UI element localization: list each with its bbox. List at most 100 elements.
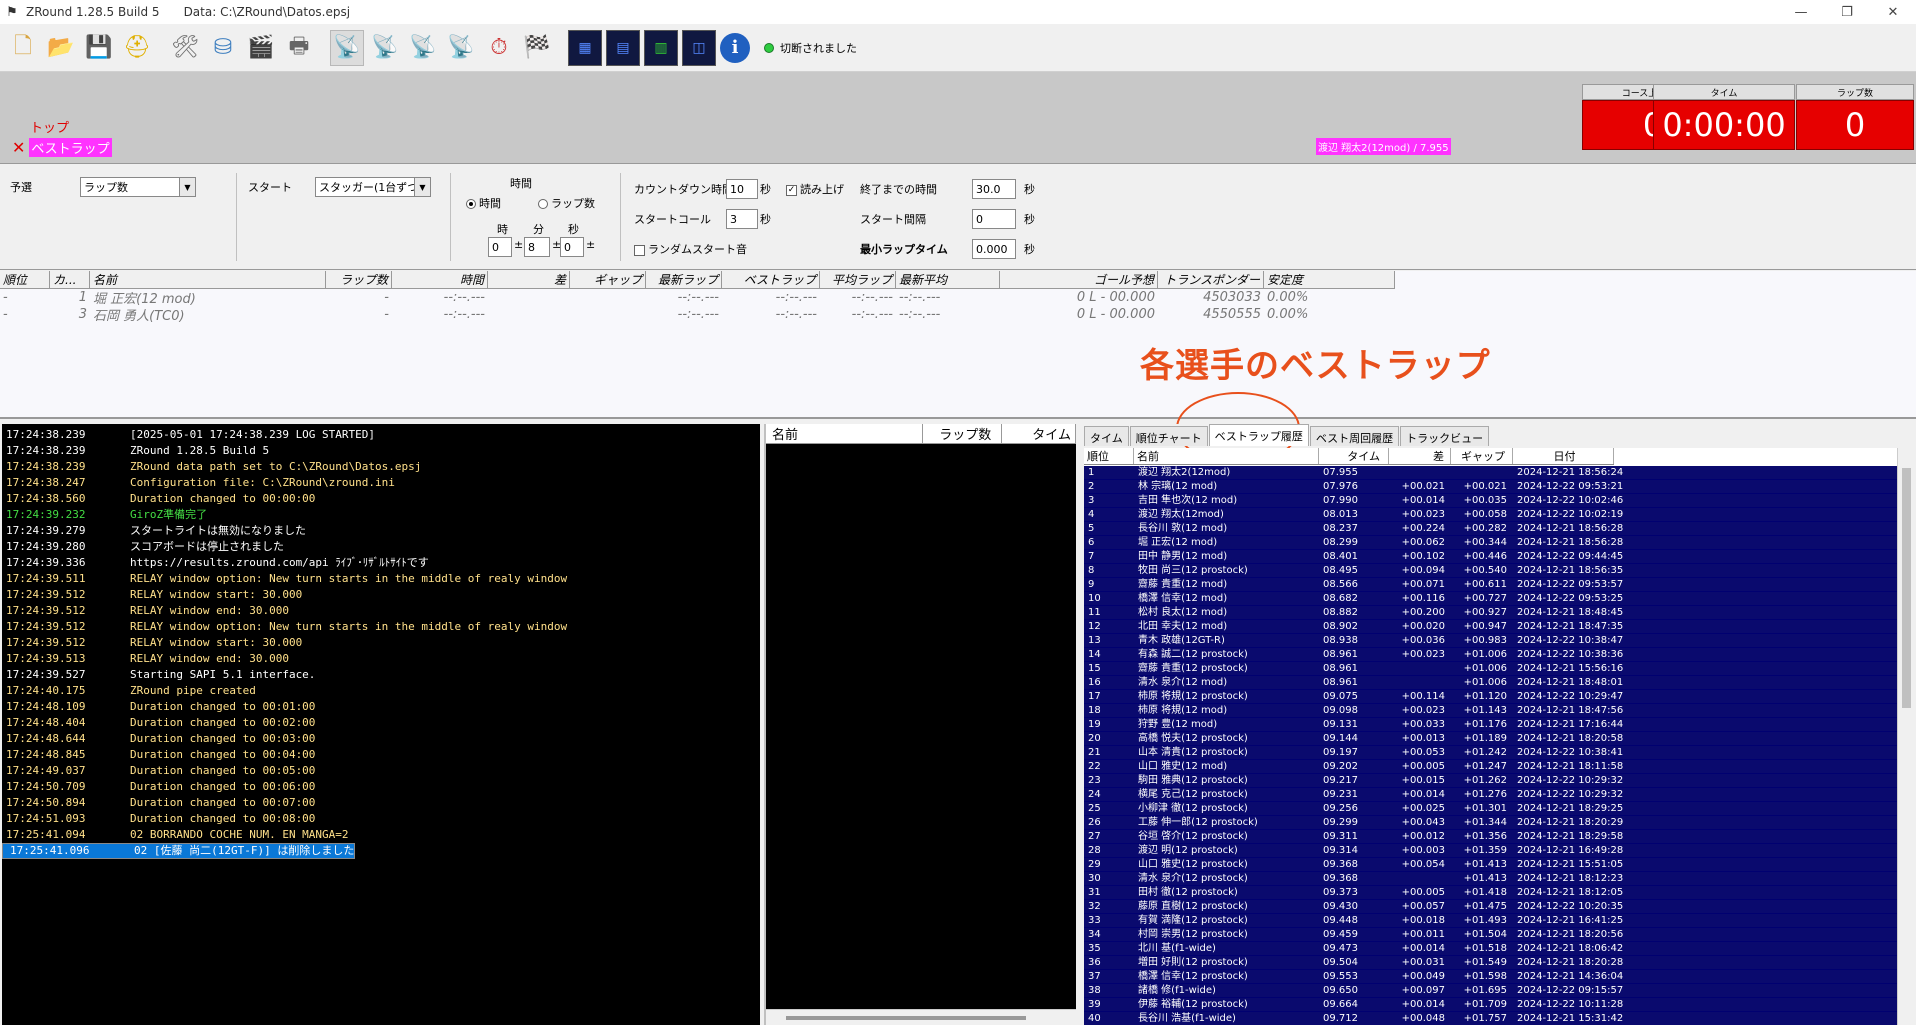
seconds-input[interactable]: 0 [560, 237, 584, 257]
log-entry[interactable]: 17:24:48.109 Duration changed to 00:01:00 [2, 699, 760, 715]
best-table-row[interactable]: 4 渡辺 翔太(12mod) 08.013 +00.023 +00.058 2024-12… [1084, 508, 1897, 522]
log-entry[interactable]: 17:24:39.512 RELAY window option: New tur… [2, 619, 760, 635]
multi-window-icon[interactable]: ◫ [682, 29, 716, 66]
log-entry[interactable]: 17:24:39.512 RELAY window start: 30.000 [2, 587, 760, 603]
best-table-row[interactable]: 21 山本 清貴(12 prostock) 09.197 +00.053 +01.242… [1084, 746, 1897, 760]
monitor-window-icon[interactable]: ▦ [568, 29, 602, 66]
best-col-header[interactable]: 差 [1389, 448, 1451, 464]
read-aloud-checkbox[interactable]: ✓ 読み上げ [786, 181, 844, 197]
minutes-input[interactable]: 8 [524, 237, 550, 257]
lap-list-panel[interactable]: 名前 ラップ数 タイム [764, 424, 1076, 1025]
checkbox-box[interactable] [634, 244, 645, 256]
race-col-header[interactable]: 最新ラップ [646, 271, 722, 288]
tools-icon[interactable]: 🛠 [168, 30, 202, 66]
best-table-row[interactable]: 22 山口 雅史(12 mod) 09.202 +00.005 +01.247 2024-… [1084, 760, 1897, 774]
radar-icon[interactable]: 📡 [330, 29, 364, 66]
best-table-row[interactable]: 38 諸橋 修(f1-wide) 09.650 +00.097 +01.695 2024-… [1084, 984, 1897, 998]
log-entry[interactable]: 17:24:51.093 Duration changed to 00:08:00 [2, 811, 760, 827]
tab-2[interactable]: ベストラップ履歴 [1208, 424, 1309, 446]
best-table-row[interactable]: 18 柿原 将規(12 mod) 09.098 +00.023 +01.143 2024-… [1084, 704, 1897, 718]
log-entry[interactable]: 17:24:39.280 スコアボードは停止されました [2, 539, 760, 555]
log-entry[interactable]: 17:24:48.404 Duration changed to 00:02:00 [2, 715, 760, 731]
best-table-row[interactable]: 17 柿原 将規(12 prostock) 09.075 +00.114 +01.120… [1084, 690, 1897, 704]
vertical-scrollbar[interactable] [1897, 448, 1916, 1025]
log-entry[interactable]: 17:24:38.560 Duration changed to 00:00:00 [2, 491, 760, 507]
min-lap-input[interactable]: 0.000 [972, 239, 1016, 259]
time-to-end-input[interactable]: 30.0 [972, 179, 1016, 199]
race-col-header[interactable]: カ... [50, 271, 90, 288]
close-button[interactable]: ✕ [1870, 0, 1916, 24]
best-col-header[interactable]: タイム [1319, 448, 1389, 464]
seconds-stepper[interactable]: ± [586, 238, 595, 251]
log-entry[interactable]: 17:25:41.094 02 BORRANDO COCHE NUM. EN MA… [2, 827, 760, 843]
restore-button[interactable]: ❐ [1824, 0, 1870, 24]
log-entry[interactable]: 17:24:48.845 Duration changed to 00:04:00 [2, 747, 760, 763]
hours-input[interactable]: 0 [488, 237, 512, 257]
best-table-row[interactable]: 27 谷垣 啓介(12 prostock) 09.311 +00.012 +01.356… [1084, 830, 1897, 844]
race-col-header[interactable]: 時間 [392, 271, 488, 288]
qualifying-select[interactable]: ラップ数 ▼ [80, 177, 196, 197]
best-col-header[interactable]: ギャップ [1451, 448, 1513, 464]
log-entry[interactable]: 17:24:39.511 RELAY window option: New tur… [2, 571, 760, 587]
race-col-header[interactable]: 名前 [90, 271, 326, 288]
countdown-input[interactable]: 10 [726, 179, 758, 199]
best-table-row[interactable]: 8 牧田 尚三(12 prostock) 08.495 +00.094 +00.540 2… [1084, 564, 1897, 578]
log-panel[interactable]: 17:24:38.239 [2025-05-01 17:24:38.239 LOG… [2, 424, 760, 1025]
best-table-row[interactable]: 25 小柳津 徹(12 prostock) 09.256 +00.025 +01.301… [1084, 802, 1897, 816]
start-call-input[interactable]: 3 [726, 209, 758, 229]
close-icon[interactable]: ✕ [12, 138, 25, 157]
radio-time-dot[interactable] [466, 199, 476, 209]
best-col-header[interactable]: 日付 [1513, 448, 1614, 464]
race-col-header[interactable]: ゴール予想 [1000, 271, 1158, 288]
best-table-row[interactable]: 5 長谷川 敦(12 mod) 08.237 +00.224 +00.282 2024-1… [1084, 522, 1897, 536]
new-file-icon[interactable]: 🗋 [6, 30, 40, 66]
best-table-row[interactable]: 24 横尾 克己(12 prostock) 09.231 +00.014 +01.276… [1084, 788, 1897, 802]
lap-list-col-time[interactable]: タイム [1002, 424, 1076, 443]
radio-laps-dot[interactable] [538, 199, 548, 209]
log-entry[interactable]: 17:24:38.239 ZRound data path set to C:\Z… [2, 459, 760, 475]
log-entry[interactable]: 17:24:48.644 Duration changed to 00:03:00 [2, 731, 760, 747]
best-table-row[interactable]: 10 橋澤 信幸(12 mod) 08.682 +00.116 +00.727 2024-… [1084, 592, 1897, 606]
best-table-row[interactable]: 9 齋藤 貴重(12 mod) 08.566 +00.071 +00.611 2024-1… [1084, 578, 1897, 592]
monitor-bar-icon[interactable]: ▤ [606, 29, 640, 66]
log-entry[interactable]: 17:24:39.336 https://results.zround.com/a… [2, 555, 760, 571]
race-col-header[interactable]: 最新平均 [896, 271, 1000, 288]
best-table-row[interactable]: 30 清水 泉介(12 prostock) 09.368 +01.413 2024-12… [1084, 872, 1897, 886]
best-table-row[interactable]: 3 吉田 隼也次(12 mod) 07.990 +00.014 +00.035 2024-… [1084, 494, 1897, 508]
best-table-row[interactable]: 19 狩野 豊(12 mod) 09.131 +00.033 +01.176 2024-1… [1084, 718, 1897, 732]
best-table-row[interactable]: 31 田村 徹(12 prostock) 09.373 +00.005 +01.418 2… [1084, 886, 1897, 900]
best-table-row[interactable]: 26 工藤 伸一郎(12 prostock) 09.299 +00.043 +01.34… [1084, 816, 1897, 830]
horizontal-scrollbar[interactable] [766, 1009, 1076, 1025]
start-interval-input[interactable]: 0 [972, 209, 1016, 229]
checkered-flag-icon[interactable]: 🏁 [520, 30, 554, 66]
info-icon[interactable]: i [720, 32, 750, 63]
log-entry[interactable]: 17:24:39.279 スタートライトは無効になりました [2, 523, 760, 539]
best-table-row[interactable]: 7 田中 静男(12 mod) 08.401 +00.102 +00.446 2024-1… [1084, 550, 1897, 564]
log-entry[interactable]: 17:24:38.239 ZRound 1.28.5 Build 5 [2, 443, 760, 459]
printer-icon[interactable]: 🖶 [282, 30, 316, 66]
nav-best-lap[interactable]: ✕ ベストラップ [12, 138, 112, 157]
log-entry[interactable]: 17:24:50.709 Duration changed to 00:06:00 [2, 779, 760, 795]
radio-laps[interactable]: ラップ数 [538, 195, 595, 211]
race-col-header[interactable]: トランスポンダー [1158, 271, 1264, 288]
best-table-row[interactable]: 12 北田 幸夫(12 mod) 08.902 +00.020 +00.947 2024-… [1084, 620, 1897, 634]
log-entry[interactable]: 17:24:39.527 Starting SAPI 5.1 interface. [2, 667, 760, 683]
best-table-row[interactable]: 11 松村 良太(12 mod) 08.882 +00.200 +00.927 2024-… [1084, 606, 1897, 620]
best-table-row[interactable]: 13 青木 政雄(12GT-R) 08.938 +00.036 +00.983 2024-… [1084, 634, 1897, 648]
check-icon[interactable]: ✓ [786, 184, 797, 196]
open-folder-icon[interactable]: 📂 [44, 30, 78, 66]
best-table-row[interactable]: 37 橋澤 信幸(12 prostock) 09.553 +00.049 +01.598… [1084, 970, 1897, 984]
best-table-row[interactable]: 14 有森 誠二(12 prostock) 08.961 +00.023 +01.006… [1084, 648, 1897, 662]
radar-timer-icon[interactable]: 📡 [444, 30, 478, 66]
log-entry[interactable]: 17:24:49.037 Duration changed to 00:05:00 [2, 763, 760, 779]
race-col-header[interactable]: ベストラップ [722, 271, 820, 288]
best-table-row[interactable]: 2 林 宗璃(12 mod) 07.976 +00.021 +00.021 2024-12… [1084, 480, 1897, 494]
hours-stepper[interactable]: ± [514, 238, 523, 251]
helmet-icon[interactable]: ⛑ [120, 30, 154, 66]
best-table-row[interactable]: 28 渡辺 明(12 prostock) 09.314 +00.003 +01.359 2… [1084, 844, 1897, 858]
film-icon[interactable]: 🎬 [244, 30, 278, 66]
log-entry[interactable]: 17:24:39.512 RELAY window start: 30.000 [2, 635, 760, 651]
best-table-row[interactable]: 16 清水 泉介(12 mod) 08.961 +01.006 2024-12-21 1… [1084, 676, 1897, 690]
lap-list-col-laps[interactable]: ラップ数 [923, 424, 1003, 443]
best-table-row[interactable]: 29 山口 雅史(12 prostock) 09.368 +00.054 +01.413… [1084, 858, 1897, 872]
